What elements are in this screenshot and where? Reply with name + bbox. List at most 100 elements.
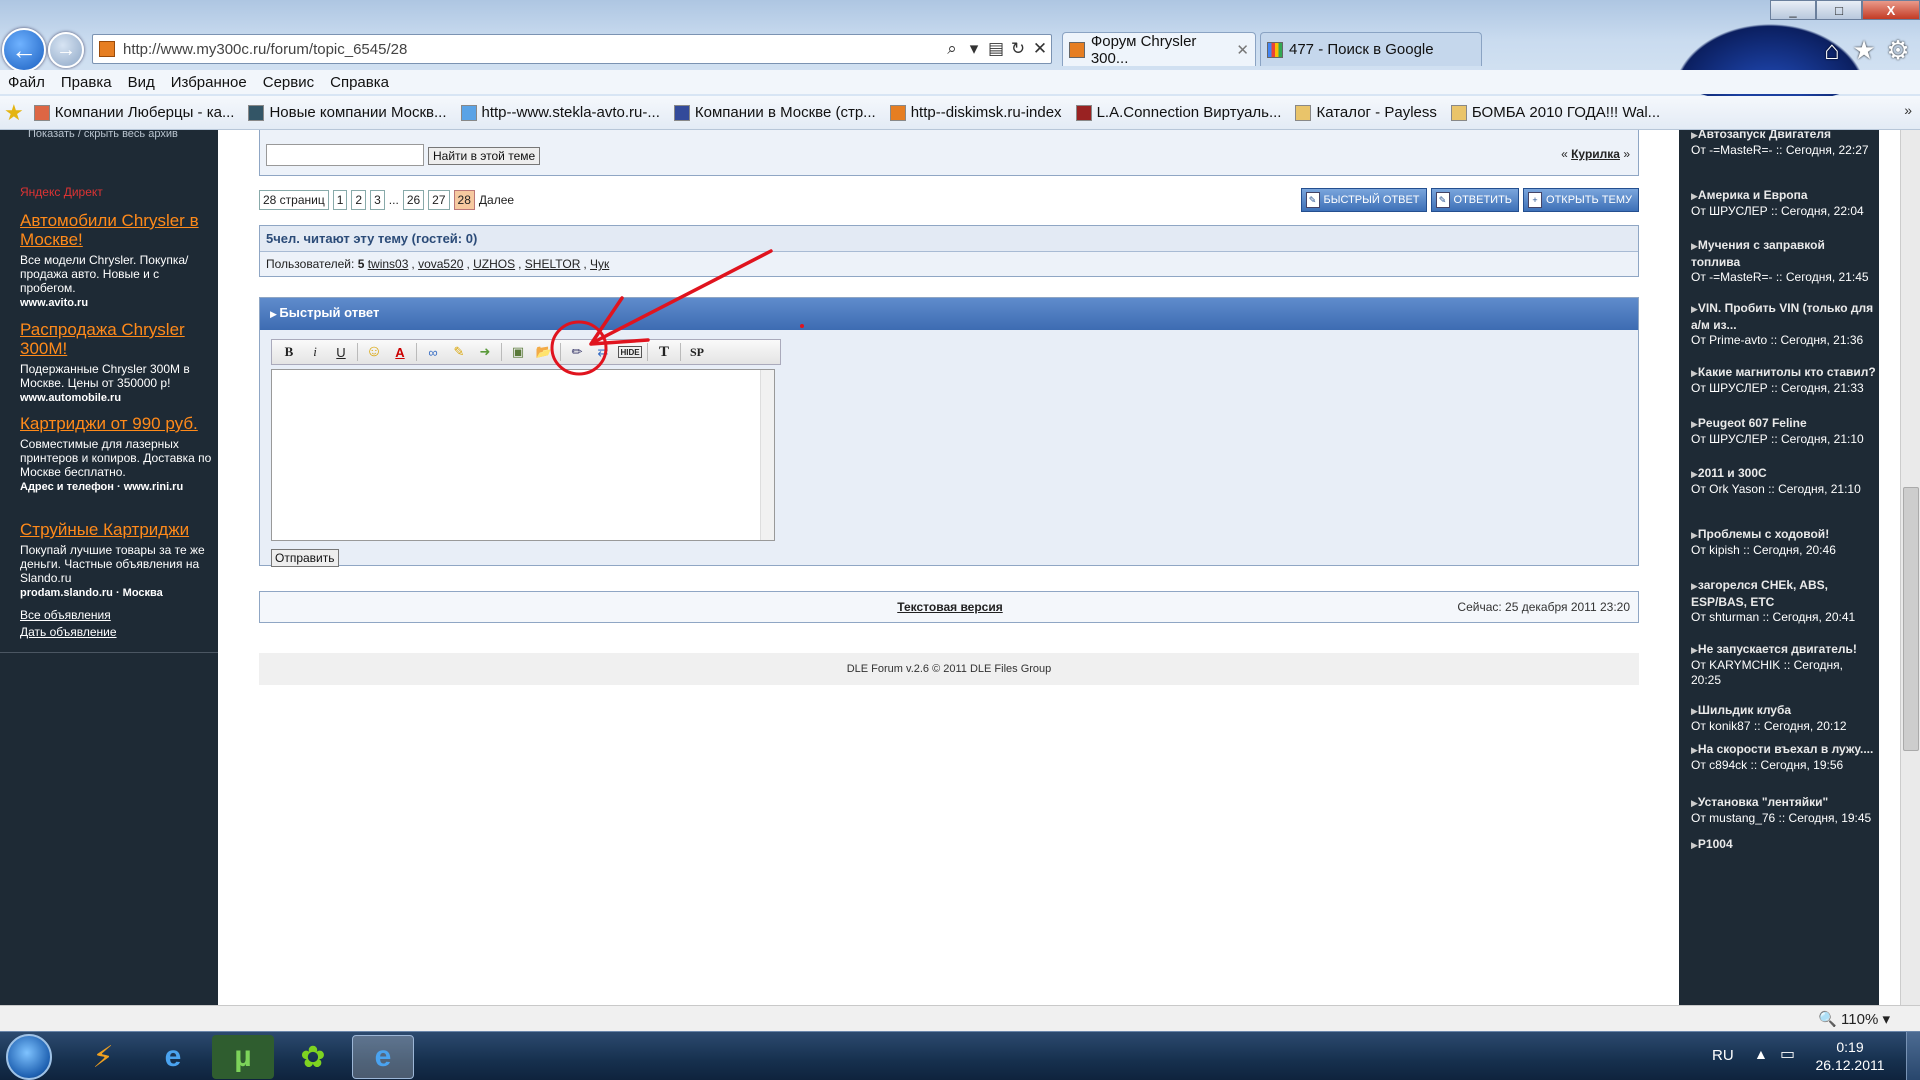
user-link[interactable]: SHELTOR: [525, 257, 581, 271]
internet-explorer-icon[interactable]: e: [142, 1035, 204, 1079]
textarea-scrollbar[interactable]: [760, 370, 774, 540]
translit-icon[interactable]: ⇄: [590, 341, 616, 363]
page-link[interactable]: 27: [428, 190, 450, 210]
favorites-star-icon[interactable]: ★: [4, 100, 24, 126]
menu-favorites[interactable]: Избранное: [171, 74, 247, 91]
recent-topic-title[interactable]: Какие магнитолы кто ставил?: [1691, 364, 1876, 381]
favorite-link[interactable]: Компании Люберцы - ка...: [33, 104, 234, 121]
recent-topic-title[interactable]: загорелся CHEk, ABS, ESP/BAS, ETC: [1691, 577, 1876, 610]
message-textarea[interactable]: [271, 369, 775, 541]
ad-title[interactable]: Распродажа Chrysler 300M!: [20, 320, 215, 358]
recent-topic[interactable]: На скорости въехал в лужу....От c894ck :…: [1691, 741, 1876, 801]
icq-icon[interactable]: ✿: [282, 1035, 344, 1079]
recent-topic[interactable]: VIN. Пробить VIN (только для а/м из...От…: [1691, 300, 1876, 360]
ad-url[interactable]: www.automobile.ru: [20, 392, 215, 404]
yandex-direct-label[interactable]: Яндекс Директ: [20, 185, 103, 199]
refresh-icon[interactable]: ↻: [1007, 39, 1029, 59]
internet-explorer-active-icon[interactable]: e: [352, 1035, 414, 1079]
page-link[interactable]: 1: [332, 190, 348, 210]
ad-title[interactable]: Автомобили Chrysler в Москве!: [20, 211, 215, 249]
network-icon[interactable]: ▭: [1780, 1044, 1795, 1064]
recent-topic-title[interactable]: Автозапуск Двигателя: [1691, 130, 1876, 143]
back-button[interactable]: ←: [2, 28, 46, 72]
recent-topic-title[interactable]: Проблемы с ходовой!: [1691, 526, 1876, 543]
favorite-link[interactable]: Каталог - Payless: [1295, 104, 1437, 121]
tab-forum[interactable]: Форум Chrysler 300... ✕: [1062, 32, 1256, 67]
page-link[interactable]: 3: [370, 190, 385, 210]
favorites-more-icon[interactable]: »: [1904, 102, 1912, 118]
all-ads-link[interactable]: Все объявления: [20, 607, 215, 624]
link-icon[interactable]: ∞: [420, 341, 446, 363]
home-icon[interactable]: ⌂: [1818, 35, 1846, 65]
utorrent-icon[interactable]: µ: [212, 1035, 274, 1079]
clock[interactable]: 0:19 26.12.2011: [1810, 1038, 1890, 1074]
page-link[interactable]: 2: [351, 190, 367, 210]
ad-url[interactable]: www.avito.ru: [20, 297, 215, 309]
ad-title[interactable]: Струйные Картриджи: [20, 520, 215, 539]
favorite-link[interactable]: http--diskimsk.ru-index: [889, 104, 1062, 121]
underline-button[interactable]: U: [328, 341, 354, 363]
recent-topic-title[interactable]: P1004: [1691, 836, 1876, 853]
user-link[interactable]: vova520: [418, 257, 463, 271]
user-link[interactable]: Чук: [590, 257, 609, 271]
ad-title[interactable]: Картриджи от 990 руб.: [20, 414, 215, 433]
favorite-link[interactable]: L.A.Connection Виртуаль...: [1075, 104, 1281, 121]
email-icon[interactable]: ➜: [472, 341, 498, 363]
recent-topic-title[interactable]: Установка "лентяйки": [1691, 794, 1876, 811]
menu-file[interactable]: Файл: [8, 74, 45, 91]
hide-button[interactable]: HIDE: [618, 346, 642, 358]
recent-topic-title[interactable]: На скорости въехал в лужу....: [1691, 741, 1876, 758]
recent-topic-title[interactable]: VIN. Пробить VIN (только для а/м из...: [1691, 300, 1876, 333]
language-indicator[interactable]: RU: [1712, 1047, 1734, 1064]
show-desktop-button[interactable]: [1906, 1032, 1920, 1080]
close-window-button[interactable]: X: [1862, 0, 1920, 20]
edit-icon[interactable]: ✏: [564, 341, 590, 363]
user-link[interactable]: UZHOS: [473, 257, 515, 271]
app-launcher-icon[interactable]: ⚡: [72, 1035, 134, 1079]
address-bar[interactable]: http://www.my300c.ru/forum/topic_6545/28…: [92, 34, 1052, 64]
section-link[interactable]: Курилка: [1571, 147, 1620, 161]
page-scrollbar[interactable]: [1900, 130, 1920, 1005]
dropdown-icon[interactable]: ▾: [963, 39, 985, 59]
recent-topic-title[interactable]: Шильдик клуба: [1691, 702, 1876, 719]
font-button[interactable]: T: [651, 341, 677, 363]
font-color-icon[interactable]: A: [387, 341, 413, 363]
image-icon[interactable]: ▣: [505, 341, 531, 363]
menu-edit[interactable]: Правка: [61, 74, 112, 91]
ad-url[interactable]: prodam.slando.ru · Москва: [20, 587, 215, 599]
zoom-level[interactable]: 🔍 110% ▾: [1818, 1010, 1890, 1028]
favorite-link[interactable]: Новые компании Москв...: [248, 104, 447, 121]
recent-topic[interactable]: 2011 и 300СОт Ork Yason :: Сегодня, 21:1…: [1691, 465, 1876, 525]
bold-button[interactable]: B: [276, 341, 302, 363]
folder-upload-icon[interactable]: 📂: [531, 341, 557, 363]
tab-google[interactable]: 477 - Поиск в Google: [1260, 32, 1482, 66]
recent-topic[interactable]: Не запускается двигатель!От KARYMCHIK ::…: [1691, 641, 1876, 701]
tab-close-icon[interactable]: ✕: [1236, 41, 1249, 59]
favorites-star-icon[interactable]: ★: [1850, 35, 1878, 65]
recent-topic-title[interactable]: 2011 и 300С: [1691, 465, 1876, 482]
stop-icon[interactable]: ✕: [1029, 39, 1051, 59]
ad-url[interactable]: Адрес и телефон · www.rini.ru: [20, 481, 215, 493]
post-ad-link[interactable]: Дать объявление: [20, 624, 215, 641]
menu-help[interactable]: Справка: [330, 74, 389, 91]
search-topic-button[interactable]: Найти в этой теме: [428, 147, 541, 165]
smile-icon[interactable]: ☺: [361, 341, 387, 363]
recent-topic[interactable]: Мучения с заправкой топливаОт -=MasteR=-…: [1691, 237, 1876, 297]
address-url[interactable]: http://www.my300c.ru/forum/topic_6545/28: [123, 41, 941, 58]
tray-expand-icon[interactable]: ▲: [1754, 1046, 1768, 1062]
compatibility-icon[interactable]: ▤: [985, 39, 1007, 59]
leech-icon[interactable]: ✎: [446, 341, 472, 363]
recent-topic-title[interactable]: Америка и Европа: [1691, 187, 1876, 204]
recent-topic[interactable]: Автозапуск ДвигателяОт -=MasteR=- :: Сег…: [1691, 130, 1876, 186]
spoiler-button[interactable]: SP: [684, 341, 710, 363]
new-topic-button[interactable]: + Открыть тему: [1523, 188, 1639, 212]
tools-gear-icon[interactable]: ⚙: [1884, 35, 1912, 65]
submit-button[interactable]: Отправить: [271, 549, 339, 567]
maximize-button[interactable]: □: [1816, 0, 1862, 20]
next-page-link[interactable]: Далее: [479, 193, 514, 207]
recent-topic[interactable]: P1004: [1691, 836, 1876, 853]
prev-topic-link[interactable]: «: [1561, 147, 1568, 161]
favorite-link[interactable]: http--www.stekla-avto.ru-...: [460, 104, 660, 121]
scrollbar-thumb[interactable]: [1903, 487, 1919, 751]
search-icon[interactable]: ⌕: [941, 39, 963, 59]
